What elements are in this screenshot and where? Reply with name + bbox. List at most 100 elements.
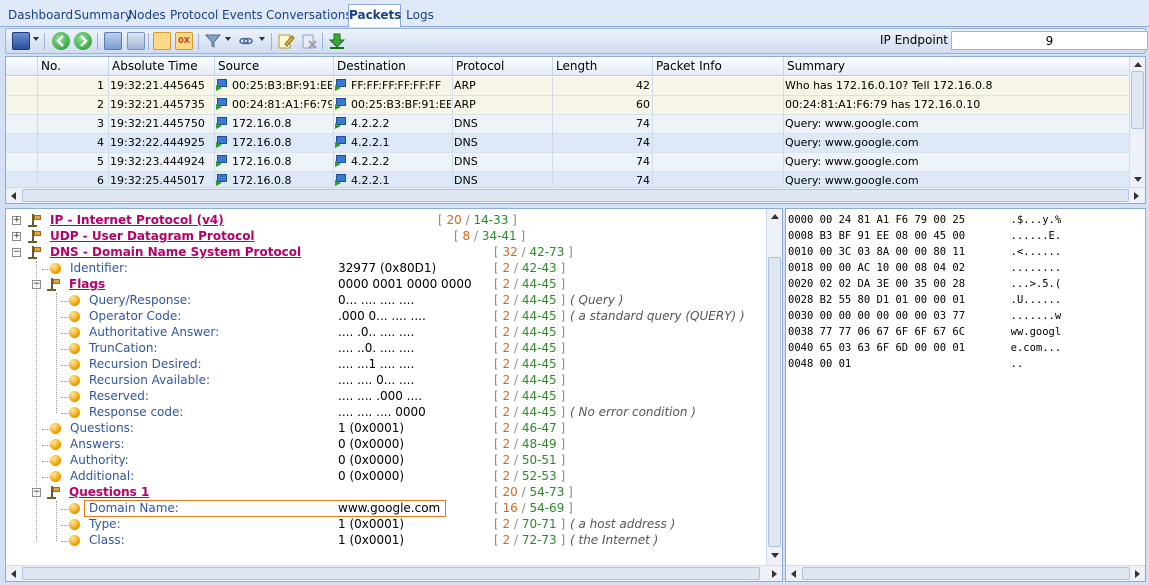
scroll-left-icon[interactable] (11, 192, 16, 200)
tab-events[interactable]: Events (222, 6, 263, 26)
field-label[interactable]: Identifier: (70, 261, 128, 276)
tree-node[interactable]: Class: 1 (0x0001) [ 2 / 72-73 ] ( the Inter… (6, 533, 766, 549)
tree-node[interactable]: − Questions 1[ 20 / 54-73 ] (6, 485, 766, 501)
table-row[interactable]: 2 19:32:21.445735 00:24:81:A1:F6:79 00:25:B… (6, 96, 1131, 115)
tree-node[interactable]: TrunCation: .... ..0. .... .... [ 2 / 44-4… (6, 341, 766, 357)
download-icon[interactable] (328, 32, 346, 50)
group-label[interactable]: Questions 1 (69, 485, 149, 500)
scroll-left-icon[interactable] (791, 570, 796, 578)
scrollbar-thumb[interactable] (22, 189, 1129, 202)
tree-view-icon[interactable] (153, 32, 171, 50)
column-header-protocol[interactable]: Protocol (452, 57, 552, 76)
back-icon[interactable] (52, 32, 70, 50)
scroll-down-icon[interactable] (1134, 177, 1142, 182)
protocol-label[interactable]: DNS - Domain Name System Protocol (50, 245, 301, 260)
tab-logs[interactable]: Logs (405, 6, 435, 26)
scroll-left-icon[interactable] (11, 570, 16, 578)
tree-node[interactable]: Operator Code: .000 0... .... .... [ 2 / 4… (6, 309, 766, 325)
tree-node[interactable]: Questions: 1 (0x0001) [ 2 / 46-47 ] (6, 421, 766, 437)
tree-node[interactable]: Recursion Available: .... .... 0... .... [… (6, 373, 766, 389)
field-label[interactable]: Questions: (70, 421, 134, 436)
table-row[interactable]: 1 19:32:21.445645 00:25:B3:BF:91:EE FF:FF:F… (6, 77, 1131, 96)
group-label[interactable]: Flags (69, 277, 105, 292)
scroll-down-icon[interactable] (771, 553, 779, 558)
tree-node[interactable]: − Flags 0000 0001 0000 0000[ 2 / 44-45 ] (6, 277, 766, 293)
column-header-time[interactable]: Absolute Time (108, 57, 214, 76)
tree-node[interactable]: + IP - Internet Protocol (v4) [ 20 / 14-33… (6, 213, 766, 229)
column-header-summary[interactable]: Summary (783, 57, 1131, 76)
tab-dashboard[interactable]: Dashboard (8, 6, 73, 26)
scrollbar-thumb[interactable] (768, 257, 781, 547)
scrollbar-thumb[interactable] (802, 567, 1130, 580)
save-icon[interactable] (12, 32, 30, 50)
delete-icon[interactable] (300, 32, 318, 50)
field-label[interactable]: Type: (89, 517, 121, 532)
field-label[interactable]: Reserved: (89, 389, 149, 404)
field-label[interactable]: Authoritative Answer: (89, 325, 219, 340)
expand-toggle-icon[interactable]: + (12, 232, 21, 241)
field-label[interactable]: Additional: (70, 469, 134, 484)
packet-table-vscrollbar[interactable] (1129, 57, 1145, 187)
field-label[interactable]: TrunCation: (89, 341, 157, 356)
tree-node[interactable]: Query/Response: 0... .... .... .... [ 2 / … (6, 293, 766, 309)
tree-node[interactable]: Type: 1 (0x0001) [ 2 / 70-71 ] ( a host add… (6, 517, 766, 533)
tab-packets[interactable]: Packets (348, 4, 401, 27)
scroll-right-icon[interactable] (1135, 570, 1140, 578)
ip-endpoint-field[interactable]: 9 (951, 31, 1148, 50)
field-label[interactable]: Operator Code: (89, 309, 181, 324)
field-label[interactable]: Query/Response: (89, 293, 191, 308)
tree-node[interactable]: Domain Name: www.google.com[ 16 / 54-69 ] (6, 500, 766, 517)
tree-vscrollbar[interactable] (766, 209, 782, 565)
tree-node[interactable]: Reserved: .... .... .000 .... [ 2 / 44-45 … (6, 389, 766, 405)
chevron-down-icon[interactable] (225, 37, 231, 41)
field-label[interactable]: Response code: (89, 405, 183, 420)
field-label[interactable]: Recursion Available: (89, 373, 210, 388)
scrollbar-thumb[interactable] (22, 567, 760, 580)
link-icon[interactable] (237, 32, 255, 50)
expand-toggle-icon[interactable]: − (12, 248, 21, 257)
expand-toggle-icon[interactable]: + (12, 216, 21, 225)
column-header-select[interactable] (6, 57, 37, 76)
hex-hscrollbar[interactable] (786, 565, 1145, 581)
tree-node[interactable]: Authoritative Answer: .... .0.. .... ....… (6, 325, 766, 341)
tab-nodes[interactable]: Nodes (128, 6, 166, 26)
field-label[interactable]: Recursion Desired: (89, 357, 202, 372)
column-header-no[interactable]: No. (37, 57, 108, 76)
tree-node[interactable]: Identifier: 32977 (0x80D1) [ 2 / 42-43 ] (6, 261, 766, 277)
scroll-up-icon[interactable] (771, 214, 779, 219)
column-header-packet-info[interactable]: Packet Info (652, 57, 783, 76)
table-row[interactable]: 3 19:32:21.445750 172.16.0.8 4.2.2.2 DNS 74 Qu… (6, 115, 1131, 134)
column-header-length[interactable]: Length (552, 57, 652, 76)
tree-node[interactable]: Authority: 0 (0x0000) [ 2 / 50-51 ] (6, 453, 766, 469)
field-label[interactable]: Answers: (70, 437, 125, 452)
filter-icon[interactable] (204, 32, 222, 50)
tree-hscrollbar[interactable] (6, 565, 782, 581)
packet-table-hscrollbar[interactable] (6, 187, 1145, 203)
tab-conversations[interactable]: Conversations (266, 6, 352, 26)
grid-view-icon[interactable] (127, 32, 145, 50)
tree-node[interactable]: + UDP - User Datagram Protocol [ 8 / 34-41… (6, 229, 766, 245)
scrollbar-thumb[interactable] (1131, 71, 1144, 129)
protocol-label[interactable]: IP - Internet Protocol (v4) (50, 213, 224, 228)
tree-node[interactable]: Recursion Desired: .... ...1 .... .... [ 2… (6, 357, 766, 373)
column-header-source[interactable]: Source (214, 57, 333, 76)
table-row[interactable]: 5 19:32:23.444924 172.16.0.8 4.2.2.2 DNS 74 Qu… (6, 153, 1131, 172)
scroll-up-icon[interactable] (1134, 62, 1142, 67)
edit-icon[interactable] (277, 32, 295, 50)
scroll-right-icon[interactable] (1134, 192, 1139, 200)
tree-node[interactable]: − DNS - Domain Name System Protocol [ 32 /… (6, 245, 766, 261)
chevron-down-icon[interactable] (259, 37, 265, 41)
field-label[interactable]: Class: (89, 533, 125, 548)
scroll-right-icon[interactable] (772, 570, 777, 578)
protocol-label[interactable]: UDP - User Datagram Protocol (50, 229, 255, 244)
tab-summary[interactable]: Summary (74, 6, 132, 26)
hex-view-icon[interactable]: 0X (175, 32, 193, 50)
tree-node[interactable]: Response code: .... .... .... 0000 [ 2 / 4… (6, 405, 766, 421)
field-label[interactable]: Authority: (70, 453, 129, 468)
forward-icon[interactable] (74, 32, 92, 50)
column-header-destination[interactable]: Destination (333, 57, 452, 76)
panel-layout-icon[interactable] (104, 32, 122, 50)
table-row[interactable]: 4 19:32:22.444925 172.16.0.8 4.2.2.1 DNS 74 Qu… (6, 134, 1131, 153)
chevron-down-icon[interactable] (33, 37, 39, 41)
tree-node[interactable]: Answers: 0 (0x0000) [ 2 / 48-49 ] (6, 437, 766, 453)
